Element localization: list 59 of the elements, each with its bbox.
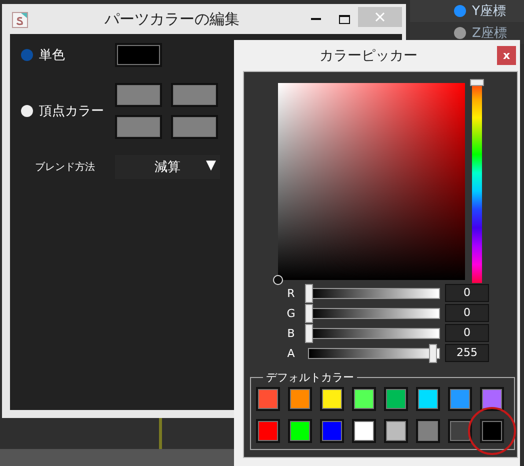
- group-label: デフォルトカラー: [265, 370, 355, 385]
- color-swatch[interactable]: [448, 419, 472, 443]
- color-swatch[interactable]: [320, 387, 344, 411]
- slider-thumb[interactable]: [305, 284, 313, 302]
- axis-label: Y座標: [472, 3, 506, 20]
- slider-thumb[interactable]: [429, 344, 437, 362]
- radio-dot[interactable]: [454, 27, 466, 39]
- channel-label: R: [286, 286, 296, 300]
- close-icon: [375, 12, 385, 22]
- slider-thumb[interactable]: [470, 79, 484, 86]
- axis-label: Z座標: [472, 25, 507, 42]
- channel-label: B: [286, 326, 296, 340]
- color-swatch[interactable]: [115, 83, 162, 107]
- maximize-icon: [338, 14, 350, 24]
- color-swatch[interactable]: [115, 115, 162, 139]
- color-swatch[interactable]: [171, 83, 218, 107]
- color-swatch[interactable]: [416, 419, 440, 443]
- caret-icon: ▼: [206, 158, 216, 173]
- close-button[interactable]: x: [497, 46, 516, 65]
- window-title: パーツカラーの編集: [104, 10, 240, 28]
- radio-dot[interactable]: [454, 5, 466, 17]
- highlight-circle: [468, 407, 516, 455]
- color-swatch[interactable]: [480, 419, 504, 443]
- radio-label: 単色: [39, 47, 65, 64]
- color-swatch[interactable]: [288, 419, 312, 443]
- scrollbar[interactable]: [0, 449, 236, 466]
- color-swatch[interactable]: [256, 419, 280, 443]
- slider-thumb[interactable]: [305, 304, 313, 322]
- hue-slider[interactable]: [472, 81, 482, 283]
- radio-button[interactable]: [21, 49, 33, 61]
- radio-label: 頂点カラー: [39, 103, 104, 120]
- value-field[interactable]: 0: [445, 304, 489, 322]
- color-swatch[interactable]: [384, 387, 408, 411]
- window-title: カラーピッカー: [318, 46, 418, 64]
- color-swatch[interactable]: [171, 115, 218, 139]
- channel-label: G: [286, 306, 296, 320]
- blend-label: ブレンド方法: [34, 160, 96, 174]
- value-field[interactable]: 0: [445, 284, 489, 302]
- app-icon: [12, 12, 28, 28]
- color-swatch[interactable]: [352, 387, 376, 411]
- color-swatch[interactable]: [288, 387, 312, 411]
- blend-dropdown[interactable]: 減算 ▼: [115, 155, 220, 179]
- value-field[interactable]: 255: [445, 344, 489, 362]
- timeline-marker: [159, 418, 162, 449]
- picker-handle[interactable]: [273, 275, 283, 285]
- saturation-value-field[interactable]: [278, 83, 465, 280]
- color-swatch[interactable]: [352, 419, 376, 443]
- radio-button[interactable]: [21, 105, 33, 117]
- color-swatch[interactable]: [448, 387, 472, 411]
- color-swatch[interactable]: [416, 387, 440, 411]
- color-swatch[interactable]: [384, 419, 408, 443]
- minimize-icon: [311, 18, 321, 20]
- channel-label: A: [286, 346, 296, 360]
- color-swatch[interactable]: [320, 419, 344, 443]
- color-swatch[interactable]: [480, 387, 504, 411]
- color-swatch[interactable]: [115, 43, 162, 67]
- slider-thumb[interactable]: [305, 324, 313, 342]
- value-field[interactable]: 0: [445, 324, 489, 342]
- color-swatch[interactable]: [256, 387, 280, 411]
